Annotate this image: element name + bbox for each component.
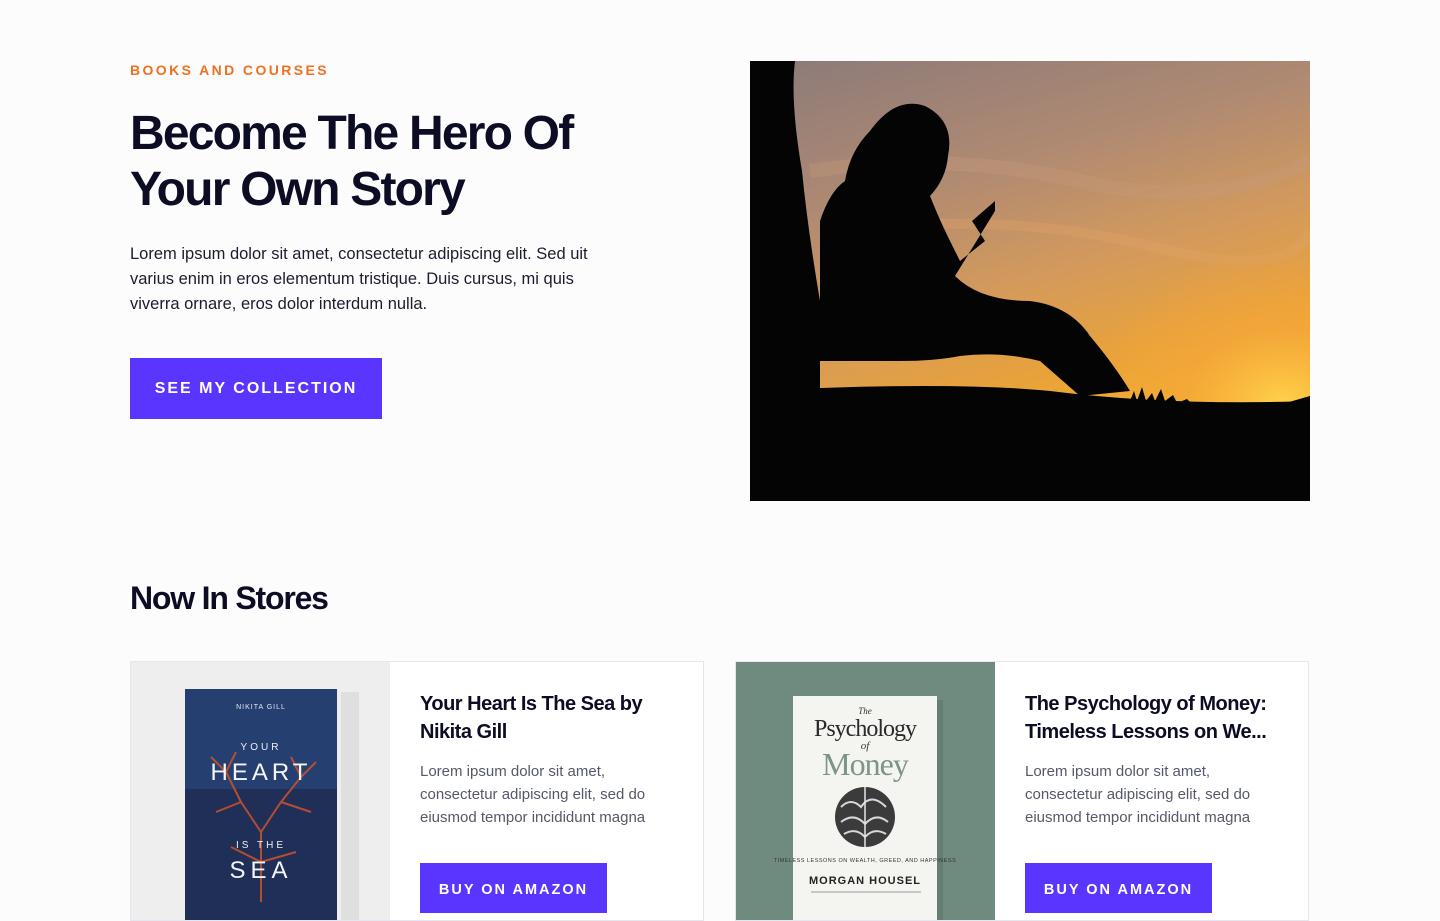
cover-author: MORGAN HOUSEL — [809, 875, 921, 887]
product-title-line2: Nikita Gill — [420, 721, 507, 743]
cover-text: HEART — [211, 759, 312, 786]
product-title: Your Heart Is The Sea by Nikita Gill — [420, 690, 680, 746]
cover-author: NIKITA GILL — [236, 704, 286, 711]
silhouette-reading-image — [750, 61, 1310, 501]
see-my-collection-button[interactable]: SEE MY COLLECTION — [130, 358, 382, 419]
brain-illustration — [835, 787, 895, 847]
cover-text: The — [858, 706, 872, 716]
book-cover-image: NIKITA GILL YOUR HEART IS THE SEA — [131, 662, 390, 920]
hero-eyebrow: BOOKS AND COURSES — [130, 62, 329, 78]
cover-text: YOUR — [241, 742, 282, 753]
hero-title: Become The Hero Of Your Own Story — [130, 106, 600, 218]
product-card: The Psychology of Money TIMELESS LESSONS… — [735, 661, 1309, 921]
buy-on-amazon-button[interactable]: BUY ON AMAZON — [420, 863, 607, 913]
hero-title-line2: Your Own Story — [130, 163, 466, 216]
product-description: Lorem ipsum dolor sit amet, consectetur … — [420, 763, 646, 826]
product-title-line2: Timeless Lessons on We... — [1025, 721, 1267, 743]
cover-text: Money — [822, 746, 909, 782]
product-card-body: The Psychology of Money: Timeless Lesson… — [1025, 690, 1285, 829]
product-description: Lorem ipsum dolor sit amet, consectetur … — [1025, 763, 1251, 826]
cover-text: SEA — [229, 857, 292, 884]
psychology-of-money-cover: The Psychology of Money TIMELESS LESSONS… — [736, 662, 995, 920]
cover-text: Psychology — [814, 716, 917, 742]
hero-section: BOOKS AND COURSES Become The Hero Of You… — [130, 62, 600, 317]
book-cover-image: The Psychology of Money TIMELESS LESSONS… — [736, 662, 995, 920]
hero-description: Lorem ipsum dolor sit amet, consectetur … — [130, 245, 588, 313]
your-heart-is-the-sea-cover: NIKITA GILL YOUR HEART IS THE SEA — [131, 662, 390, 920]
product-card-body: Your Heart Is The Sea by Nikita Gill Lor… — [420, 690, 680, 829]
product-title-line1: The Psychology of Money: — [1025, 693, 1267, 715]
buy-on-amazon-button[interactable]: BUY ON AMAZON — [1025, 863, 1212, 913]
product-title: The Psychology of Money: Timeless Lesson… — [1025, 690, 1285, 746]
product-card: NIKITA GILL YOUR HEART IS THE SEA Your H… — [130, 661, 704, 921]
hero-title-line1: Become The Hero Of — [130, 107, 574, 160]
cover-subtitle: TIMELESS LESSONS ON WEALTH, GREED, AND H… — [774, 858, 957, 864]
hero-image — [750, 61, 1310, 501]
cover-text: IS THE — [236, 840, 286, 851]
product-title-line1: Your Heart Is The Sea by — [420, 693, 643, 715]
section-title: Now In Stores — [130, 580, 329, 616]
